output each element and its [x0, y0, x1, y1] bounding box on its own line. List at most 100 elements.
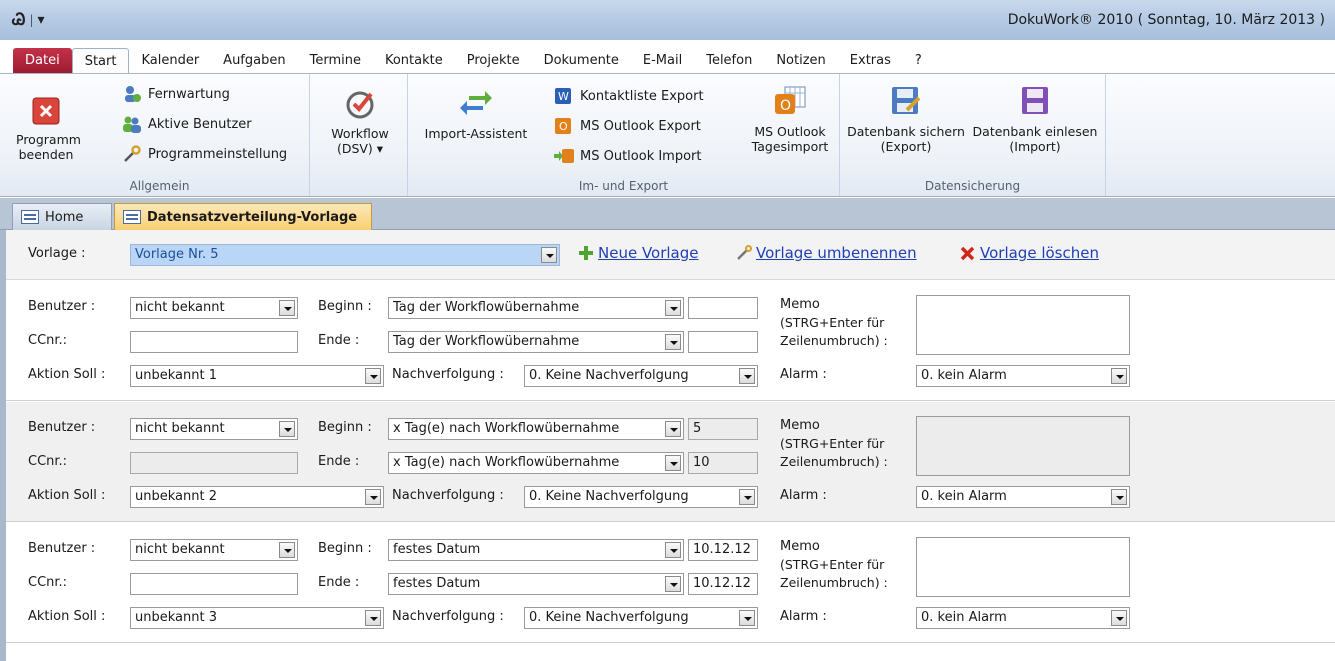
alarm-select[interactable]: 0. kein Alarm [916, 607, 1130, 629]
benutzer-select[interactable]: nicht bekannt [130, 539, 298, 561]
window-title: DokuWork® 2010 ( Sonntag, 10. März 2013 … [1007, 12, 1325, 28]
dropdown-arrow-icon[interactable] [665, 421, 681, 437]
dropdown-arrow-icon[interactable] [665, 334, 681, 350]
beginn-select[interactable]: Tag der Workflowübernahme [388, 297, 684, 319]
memo-input[interactable] [916, 295, 1130, 355]
aktion-soll-select[interactable]: unbekannt 1 [130, 365, 384, 387]
tab-telefon[interactable]: Telefon [694, 48, 764, 74]
tab-kontakte[interactable]: Kontakte [373, 48, 455, 74]
dropdown-arrow-icon[interactable] [279, 542, 295, 558]
ende-select[interactable]: x Tag(e) nach Workflowübernahme [388, 452, 684, 474]
import-assistent-label: Import-Assistent [424, 126, 528, 141]
datenbank-einlesen-button[interactable]: Datenbank einlesen (Import) [970, 84, 1100, 154]
ms-outlook-import-button[interactable]: MS Outlook Import [554, 146, 702, 166]
tab-datei[interactable]: Datei [13, 48, 72, 74]
aktive-benutzer-button[interactable]: Aktive Benutzer [122, 114, 252, 134]
memo-label: Memo [780, 418, 820, 433]
ccnr-label: CCnr.: [28, 333, 68, 348]
memo-input[interactable] [916, 416, 1130, 476]
dropdown-arrow-icon[interactable] [739, 610, 755, 626]
dropdown-arrow-icon[interactable] [365, 368, 381, 384]
doc-tab-home[interactable]: Home [12, 203, 112, 230]
beginn-select[interactable]: x Tag(e) nach Workflowübernahme [388, 418, 684, 440]
vorlage-umbenennen-label: Vorlage umbenennen [756, 244, 917, 262]
settings-icon [124, 145, 141, 162]
programm-beenden-label: Programm beenden [16, 132, 81, 162]
nachverfolgung-select[interactable]: 0. Keine Nachverfolgung [524, 486, 758, 508]
ende-days-input[interactable] [688, 331, 758, 353]
beginn-days-input[interactable] [688, 297, 758, 319]
ms-outlook-tagesimport-button[interactable]: O MS Outlook Tagesimport [742, 84, 838, 154]
nachverfolgung-value: 0. Keine Nachverfolgung [529, 610, 689, 625]
title-bar: Ꮚ | ▾ DokuWork® 2010 ( Sonntag, 10. März… [0, 0, 1335, 40]
dropdown-arrow-icon[interactable] [665, 300, 681, 316]
vorlage-loeschen-link[interactable]: Vorlage löschen [960, 244, 1099, 262]
dropdown-arrow-icon[interactable] [1111, 489, 1127, 505]
app-logo-icon[interactable]: Ꮚ [12, 10, 25, 30]
tab-aufgaben[interactable]: Aufgaben [211, 48, 297, 74]
alarm-select[interactable]: 0. kein Alarm [916, 365, 1130, 387]
workflow-button[interactable]: Workflow (DSV) ▾ [322, 86, 398, 156]
ccnr-input[interactable] [130, 573, 298, 595]
dropdown-arrow-icon[interactable] [365, 489, 381, 505]
dropdown-arrow-icon[interactable] [665, 455, 681, 471]
memo-hint-label-2: Zeilenumbruch) : [780, 454, 888, 469]
nachverfolgung-select[interactable]: 0. Keine Nachverfolgung [524, 607, 758, 629]
word-icon: W [555, 88, 571, 104]
tab-start[interactable]: Start [71, 48, 130, 74]
tab-projekte[interactable]: Projekte [455, 48, 532, 74]
fernwartung-button[interactable]: Fernwartung [122, 84, 230, 104]
vorlage-umbenennen-link[interactable]: Vorlage umbenennen [736, 244, 917, 262]
aktion-soll-select[interactable]: unbekannt 3 [130, 607, 384, 629]
ende-days-input[interactable]: 10 [688, 452, 758, 474]
dropdown-arrow-icon[interactable] [365, 610, 381, 626]
benutzer-select[interactable]: nicht bekannt [130, 297, 298, 319]
datenbank-sichern-button[interactable]: Datenbank sichern (Export) [846, 84, 966, 154]
document-tabs: Home Datensatzverteilung-Vorlage [0, 198, 1335, 230]
ende-select[interactable]: Tag der Workflowübernahme [388, 331, 684, 353]
memo-input[interactable] [916, 537, 1130, 597]
ende-date-input[interactable]: 10.12.12 [688, 573, 758, 595]
ende-select[interactable]: festes Datum [388, 573, 684, 595]
ms-outlook-export-button[interactable]: O MS Outlook Export [554, 116, 701, 136]
dropdown-arrow-icon[interactable] [1111, 368, 1127, 384]
tab-extras[interactable]: Extras [838, 48, 903, 74]
vorlage-select[interactable]: Vorlage Nr. 5 [130, 244, 560, 266]
ccnr-input[interactable] [130, 331, 298, 353]
nachverfolgung-select[interactable]: 0. Keine Nachverfolgung [524, 365, 758, 387]
dropdown-arrow-icon[interactable] [739, 489, 755, 505]
beginn-days-input[interactable]: 5 [688, 418, 758, 440]
outlook-icon: O [555, 118, 571, 134]
dropdown-arrow-icon[interactable] [739, 368, 755, 384]
memo-hint-label-2: Zeilenumbruch) : [780, 333, 888, 348]
alarm-select[interactable]: 0. kein Alarm [916, 486, 1130, 508]
dropdown-arrow-icon[interactable] [665, 576, 681, 592]
dropdown-arrow-icon[interactable] [665, 542, 681, 558]
group-allgemein: Programm beenden Fernwartung Aktive Benu… [10, 74, 310, 196]
tab-kalender[interactable]: Kalender [129, 48, 211, 74]
tab-dokumente[interactable]: Dokumente [532, 48, 631, 74]
dropdown-arrow-icon[interactable] [1111, 610, 1127, 626]
tab-email[interactable]: E-Mail [631, 48, 694, 74]
benutzer-select[interactable]: nicht bekannt [130, 418, 298, 440]
dropdown-arrow-icon[interactable] [541, 247, 557, 263]
neue-vorlage-label: Neue Vorlage [598, 244, 699, 262]
doc-tab-datensatzverteilung[interactable]: Datensatzverteilung-Vorlage [114, 203, 372, 230]
kontaktliste-export-button[interactable]: W Kontaktliste Export [554, 86, 704, 106]
beginn-select[interactable]: festes Datum [388, 539, 684, 561]
ccnr-input[interactable] [130, 452, 298, 474]
dropdown-arrow-icon[interactable] [279, 421, 295, 437]
tab-termine[interactable]: Termine [298, 48, 373, 74]
programmeinstellung-button[interactable]: Programmeinstellung [122, 144, 287, 164]
import-assistent-button[interactable]: Import-Assistent [414, 86, 538, 141]
dropdown-arrow-icon[interactable] [279, 300, 295, 316]
fernwartung-label: Fernwartung [148, 86, 230, 102]
programm-beenden-button[interactable]: Programm beenden [16, 96, 81, 162]
customize-qat-button[interactable]: ▾ [38, 12, 45, 28]
doc-tab-active-label: Datensatzverteilung-Vorlage [147, 209, 358, 225]
tab-help[interactable]: ? [903, 48, 934, 74]
beginn-date-input[interactable]: 10.12.12 [688, 539, 758, 561]
neue-vorlage-link[interactable]: Neue Vorlage [578, 244, 699, 262]
aktion-soll-select[interactable]: unbekannt 2 [130, 486, 384, 508]
tab-notizen[interactable]: Notizen [764, 48, 837, 74]
